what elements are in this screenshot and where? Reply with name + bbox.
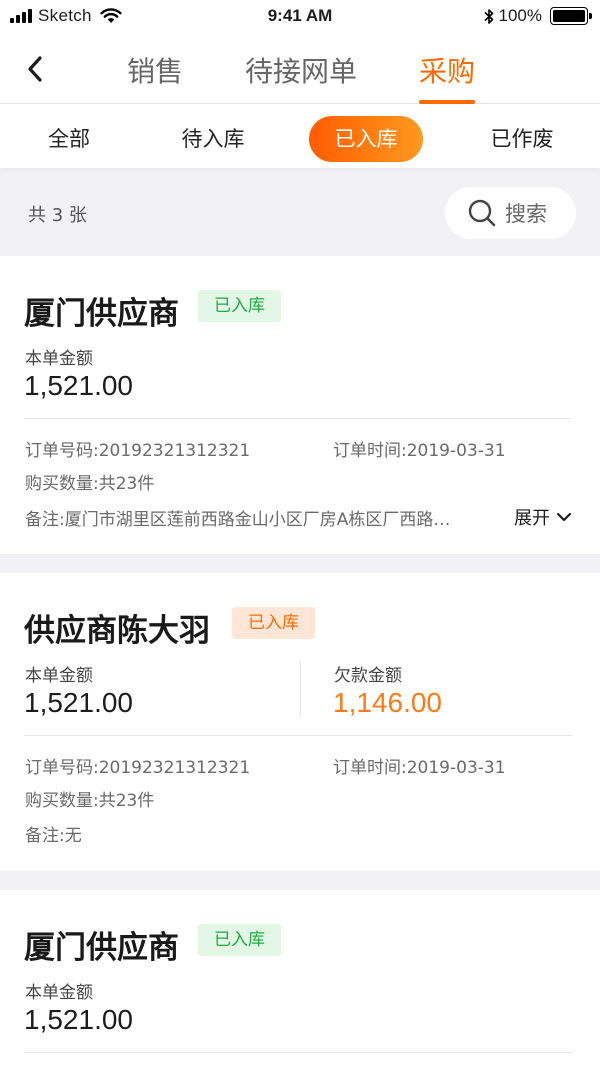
order-amount: 1,521.00 — [24, 687, 133, 718]
order-card[interactable]: 供应商陈大羽 已入库 本单金额 1,521.00 欠款金额 1,146.00 订… — [0, 573, 600, 871]
status-right: 100% — [483, 6, 592, 26]
status-badge: 已入库 — [232, 607, 315, 639]
status-bar: Sketch 9:41 AM 100% — [0, 0, 600, 34]
battery-icon — [550, 7, 592, 25]
divider — [24, 735, 572, 736]
divider — [24, 418, 572, 419]
search-button[interactable]: 搜索 — [445, 187, 576, 239]
status-badge: 已入库 — [198, 924, 281, 956]
bluetooth-icon — [483, 8, 493, 24]
order-note: 备注:厦门市湖里区莲前西路金山小区厂房A栋区厂西路… — [25, 510, 451, 530]
chevron-left-icon — [28, 56, 42, 82]
order-amount: 1,521.00 — [24, 370, 133, 401]
order-time: 订单时间:2019-03-31 — [333, 441, 506, 461]
order-card[interactable]: 厦门供应商 已入库 本单金额 1,521.00 — [0, 890, 600, 1067]
order-card[interactable]: 厦门供应商 已入库 本单金额 1,521.00 订单号码:20192321312… — [0, 256, 600, 554]
supplier-name: 厦门供应商 — [24, 296, 179, 332]
order-note: 备注:无 — [25, 826, 82, 846]
order-number: 订单号码:20192321312321 — [25, 441, 251, 461]
search-label: 搜索 — [505, 202, 547, 226]
debt-amount: 1,146.00 — [333, 687, 442, 718]
divider — [24, 1052, 572, 1053]
expand-button[interactable]: 展开 — [514, 504, 572, 530]
filter-bar: 全部 待入库 已入库 已作废 — [0, 104, 600, 168]
nav-bar: 销售 待接网单 采购 — [0, 34, 600, 104]
order-count: 共 3 张 — [28, 205, 87, 226]
amount-label: 本单金额 — [25, 983, 93, 1003]
filter-pending-stock-in[interactable]: 待入库 — [165, 116, 261, 162]
tab-sales[interactable]: 销售 — [127, 50, 183, 104]
back-button[interactable] — [22, 52, 52, 86]
search-icon — [468, 199, 496, 227]
summary-row: 共 3 张 搜索 — [0, 168, 600, 256]
amount-label: 本单金额 — [25, 666, 93, 686]
supplier-name: 厦门供应商 — [24, 930, 179, 966]
filter-stocked-in[interactable]: 已入库 — [309, 116, 423, 162]
purchase-quantity: 购买数量:共23件 — [25, 791, 155, 811]
expand-label: 展开 — [514, 508, 550, 529]
order-number: 订单号码:20192321312321 — [25, 758, 251, 778]
debt-label: 欠款金额 — [334, 666, 402, 686]
purchase-quantity: 购买数量:共23件 — [25, 474, 155, 494]
status-badge: 已入库 — [198, 290, 281, 322]
filter-voided[interactable]: 已作废 — [474, 116, 570, 162]
tab-pending-online-orders[interactable]: 待接网单 — [245, 50, 357, 104]
supplier-name: 供应商陈大羽 — [24, 613, 210, 649]
tab-purchase[interactable]: 采购 — [419, 50, 476, 104]
amount-divider — [300, 661, 301, 717]
order-time: 订单时间:2019-03-31 — [333, 758, 506, 778]
chevron-down-icon — [556, 512, 572, 522]
filter-all[interactable]: 全部 — [24, 116, 114, 162]
amount-label: 本单金额 — [25, 349, 93, 369]
order-amount: 1,521.00 — [24, 1004, 133, 1035]
battery-percent: 100% — [498, 6, 542, 25]
